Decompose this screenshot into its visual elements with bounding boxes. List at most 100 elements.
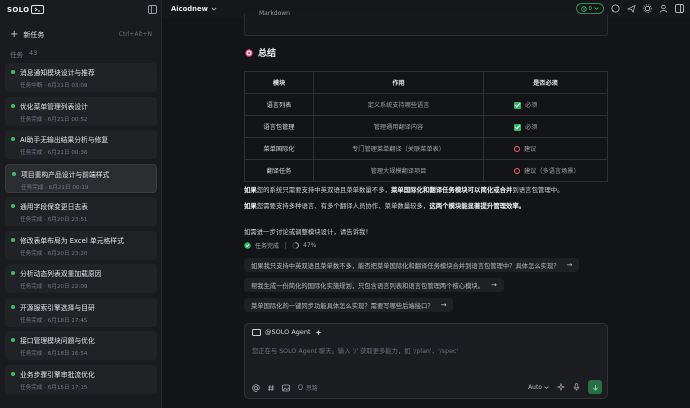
project-selector[interactable]: Aicodnew <box>171 5 217 13</box>
split-view-icon[interactable] <box>675 4 684 13</box>
thinking-label: 思路 <box>306 386 318 392</box>
task-item[interactable]: 消息通知模块设计与推荐 任务中断 · 6月21日 03:09 <box>5 63 157 92</box>
task-item[interactable]: 接口管理模块问题与优化 任务完成 · 6月18日 16:54 <box>5 331 157 360</box>
table-row: 翻译任务 管理大规模翻译项目 建议（多语言场景） <box>244 159 608 182</box>
model-selector[interactable]: Auto <box>528 384 549 391</box>
new-task-button[interactable]: + 新任务 Ctrl+Alt+N <box>5 27 157 42</box>
task-item[interactable]: 开源服索引擎选择与目研 任务完成 · 6月18日 17:45 <box>5 297 157 327</box>
section-title: 总结 <box>258 49 277 59</box>
section-heading: 总结 <box>245 46 276 59</box>
task-title: 分析动态列表双重加载原因 <box>20 270 102 278</box>
task-status-row: 任务完成 47% <box>244 241 316 250</box>
status-dot-icon <box>11 371 15 376</box>
para2-text: 您需要支持多种语言、有多个翻译人员协作、菜单数量较多， <box>256 202 430 210</box>
divider <box>285 242 287 249</box>
user-icon[interactable] <box>659 4 668 13</box>
composer-right-tools: Auto <box>528 380 602 394</box>
sparkle-icon <box>315 329 322 336</box>
status-dot-icon <box>11 304 15 309</box>
task-item[interactable]: 修改表单布局为 Excel 单元格样式 任务完成 · 6月20日 23:20 <box>5 230 157 260</box>
composer-tools: 思路 <box>252 383 318 392</box>
suggestion-text: 菜单国际化的一键同步功能具体怎么实现？需要写哪些后端接口？ <box>251 302 434 310</box>
sync-icon <box>580 5 587 12</box>
chat-icon[interactable] <box>611 4 620 13</box>
task-title: 消息通知模块设计与推荐 <box>20 69 95 77</box>
microphone-icon[interactable] <box>573 383 580 391</box>
cell-purpose: 定义系统支持哪些语言 <box>313 93 484 116</box>
task-title: 业务步骤引擎审批流优化 <box>20 370 95 379</box>
table-header-row: 模块 作用 是否必须 <box>244 71 608 94</box>
table-row: 语言列表 定义系统支持哪些语言 必须 <box>244 93 608 116</box>
para2-bold-key: 这两个模块能显著提升管理效率。 <box>429 202 526 210</box>
col-header-required: 是否必须 <box>483 71 608 94</box>
checkbox-icon <box>514 101 521 109</box>
arrow-down-icon <box>592 384 598 391</box>
logo-badge-icon <box>31 5 45 14</box>
new-task-shortcut: Ctrl+Alt+N <box>118 31 152 38</box>
task-item[interactable]: 优化菜单管理列表设计 任务完成 · 6月21日 00:52 <box>5 96 157 126</box>
cell-module: 菜单国际化 <box>244 137 314 160</box>
cell-required: 建议（多语言场景） <box>483 159 608 182</box>
chevron-down-icon <box>211 7 217 11</box>
status-dot-icon <box>11 338 15 342</box>
status-dot-icon <box>11 70 15 74</box>
suggestion-chip-3[interactable]: 菜单国际化的一键同步功能具体怎么实现？需要写哪些后端接口？ → <box>244 298 454 312</box>
task-item[interactable]: 通用字段保变更日志表 任务完成 · 6月20日 23:51 <box>5 197 157 226</box>
task-item[interactable]: 分析动态列表双重加载原因 任务完成 · 6月20日 22:09 <box>5 264 157 293</box>
circle-icon <box>514 146 520 152</box>
para1-bold-lead: 如果 <box>244 186 257 194</box>
closing-paragraph: 如需进一步讨论或调整模块设计，请告诉我！ <box>244 228 372 236</box>
agent-chip[interactable]: @SOLO Agent <box>252 328 322 336</box>
progress-ring-icon <box>292 242 299 249</box>
suggestion-chip-2[interactable]: 帮我生成一份简化的国际化实施规划，只包含语言列表和语言包管理两个核心模块。 → <box>244 278 504 292</box>
table-body: 语言列表 定义系统支持哪些语言 必须 语言包管理 管理通用翻译内容 必须 菜单国际化 专门管理… <box>244 93 608 182</box>
conclusion-paragraph-1: 如果您的系统只需要支持中英双语且菜单数量不多，菜单国际化和翻译任务模块可以简化或… <box>244 185 564 194</box>
share-icon[interactable] <box>627 4 636 13</box>
task-meta: 任务中断 · 6月21日 03:09 <box>20 83 88 89</box>
cell-purpose: 管理通用翻译内容 <box>313 115 484 138</box>
task-item[interactable]: AI助手无输出结果分析与修复 任务完成 · 6月21日 00:36 <box>5 130 157 159</box>
required-text: 必须 <box>525 124 538 131</box>
table-row: 菜单国际化 专门管理菜单翻译（关联菜单表） 建议 <box>244 137 608 160</box>
task-done-label: 任务完成 <box>255 243 280 250</box>
agent-icon <box>252 328 261 336</box>
app-logo: SOLO <box>7 5 45 14</box>
circle-icon <box>514 168 520 174</box>
thinking-toggle[interactable]: 思路 <box>297 383 318 392</box>
status-dot-icon <box>11 271 15 275</box>
tasks-count: 43 <box>29 49 38 57</box>
task-item[interactable]: 业务步骤引擎审批流优化 任务完成 · 6月15日 17:15 <box>5 364 157 394</box>
cell-module: 翻译任务 <box>244 159 314 182</box>
top-actions: 0 <box>575 3 684 14</box>
sparkle-tool-icon[interactable] <box>557 383 565 391</box>
chat-input[interactable]: 您正在与 SOLO Agent 聊天。输入 '/' 获取更多能力，如 '/pla… <box>252 346 458 355</box>
task-meta: 任务完成 · 6月18日 16:54 <box>20 351 88 357</box>
tasks-label: 任务 <box>10 51 23 59</box>
agent-label: @SOLO Agent <box>265 328 311 336</box>
code-block-footer: Markdown <box>244 10 608 36</box>
collapse-sidebar-icon[interactable] <box>148 5 157 14</box>
at-icon[interactable] <box>252 383 260 392</box>
checkbox-icon <box>514 123 521 131</box>
task-meta: 任务完成 · 6月21日 00:19 <box>21 184 89 191</box>
required-text: 必须 <box>525 102 538 109</box>
suggestion-chip-1[interactable]: 如果我只支持中英双语且菜单数不多，能否把菜单国际化和翻译任务模块合并到语言包管理… <box>244 258 580 272</box>
suggestion-text: 如果我只支持中英双语且菜单数不多，能否把菜单国际化和翻译任务模块合并到语言包管理… <box>251 262 560 270</box>
task-item[interactable]: 项目重构产品设计与前端样式 任务完成 · 6月21日 00:19 <box>5 163 157 193</box>
image-icon[interactable] <box>282 384 290 392</box>
task-title: 开源服索引擎选择与目研 <box>20 303 95 312</box>
code-block-language: Markdown <box>259 10 290 17</box>
version-pill[interactable]: 0 <box>575 3 604 14</box>
task-title: 接口管理模块问题与优化 <box>20 337 95 345</box>
logo-text: SOLO <box>7 5 30 14</box>
col-header-purpose: 作用 <box>313 71 484 94</box>
hash-icon[interactable] <box>267 384 275 392</box>
gear-icon[interactable] <box>643 4 652 13</box>
para1-bold-key: 菜单国际化和翻译任务模块可以简化或合并 <box>390 186 513 194</box>
arrow-right-icon: → <box>490 281 497 289</box>
cell-module: 语言包管理 <box>244 115 314 138</box>
send-button[interactable] <box>588 380 602 394</box>
check-circle-icon <box>244 242 251 249</box>
tasks-header: 任务 43 <box>10 49 37 59</box>
task-meta: 任务完成 · 6月20日 23:20 <box>20 250 88 257</box>
